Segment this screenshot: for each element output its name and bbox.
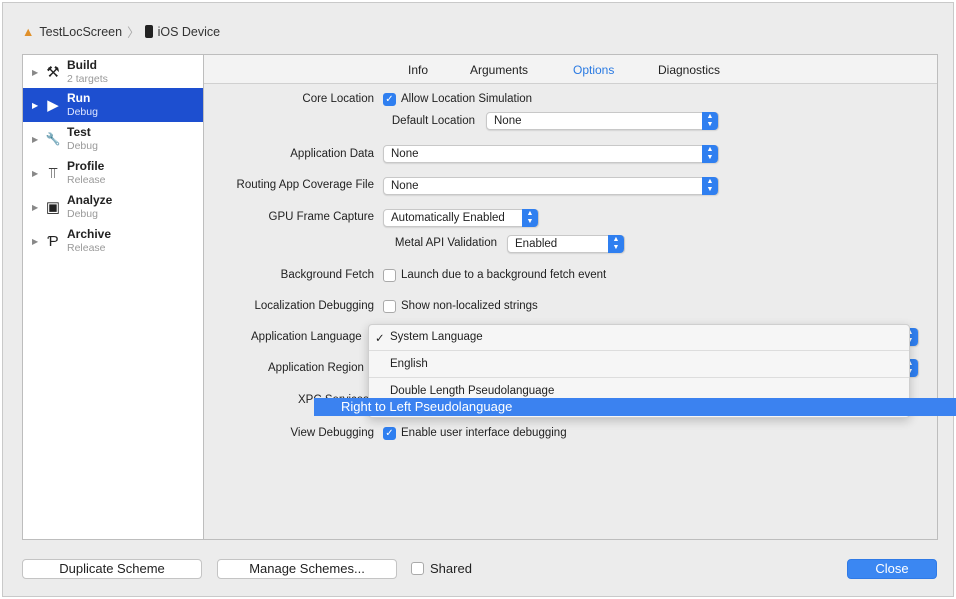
sidebar-item-subtitle: Debug [67, 207, 98, 220]
analyze-icon: ▣ [45, 199, 61, 216]
sidebar-item-title: Test [67, 124, 91, 139]
manage-schemes-button[interactable]: Manage Schemes... [217, 559, 397, 579]
loc-debug-label: Localization Debugging [254, 300, 374, 312]
disclosure-triangle-icon[interactable]: ▶ [32, 169, 40, 178]
tab-arguments[interactable]: Arguments [470, 63, 528, 77]
sidebar-item-title: Run [67, 90, 91, 105]
app-language-label: Application Language [251, 331, 362, 343]
tab-diagnostics[interactable]: Diagnostics [658, 63, 720, 77]
core-location-label: Core Location [302, 93, 374, 105]
view-debug-checkbox[interactable]: ✓ [383, 427, 396, 440]
sidebar-item-subtitle: Release [67, 241, 106, 254]
menu-item-double-length[interactable]: Double Length Pseudolanguage [390, 385, 554, 397]
popup-value: Automatically Enabled [391, 212, 505, 224]
play-icon: ▶ [47, 97, 59, 114]
bg-fetch-cb-label: Launch due to a background fetch event [401, 269, 607, 281]
disclosure-triangle-icon[interactable]: ▶ [32, 135, 40, 144]
tab-options[interactable]: Options [573, 63, 614, 77]
stepper-arrows-icon: ▲ ▼ [702, 112, 718, 130]
loc-debug-checkbox[interactable] [383, 300, 396, 313]
menu-item-right-to-left[interactable]: Right to Left Pseudolanguage [314, 398, 956, 416]
routing-popup[interactable]: None ▲ ▼ [383, 177, 719, 195]
sidebar-item-title: Profile [67, 158, 105, 173]
sidebar-item-subtitle: Debug [67, 105, 98, 118]
allow-location-checkbox[interactable]: ✓ [383, 93, 396, 106]
breadcrumb-device[interactable]: iOS Device [158, 25, 221, 39]
sidebar-item-title: Build [67, 57, 97, 72]
scheme-action-sidebar: ▶ ⚒ Build 2 targets ▶ ▶ Run Debug ▶ 🔧 Test Debug … [22, 54, 204, 540]
sidebar-item-archive[interactable]: ▶ Ƥ Archive Release [23, 224, 203, 258]
stepper-arrows-icon: ▲ ▼ [702, 177, 718, 195]
popup-value: Enabled [515, 238, 558, 250]
view-debug-cb-label: Enable user interface debugging [401, 427, 567, 439]
stepper-arrows-icon: ▲ ▼ [522, 209, 538, 227]
stepper-arrows-icon: ▲ ▼ [702, 145, 718, 163]
gpu-popup[interactable]: Automatically Enabled ▲ ▼ [383, 209, 539, 227]
allow-location-label: Allow Location Simulation [401, 93, 533, 105]
app-data-label: Application Data [290, 148, 374, 160]
app-region-label: Application Region [268, 362, 364, 374]
sidebar-item-subtitle: Debug [67, 139, 98, 152]
sidebar-item-build[interactable]: ▶ ⚒ Build 2 targets [23, 55, 203, 89]
disclosure-triangle-icon[interactable]: ▶ [32, 203, 40, 212]
sidebar-item-subtitle: 2 targets [67, 72, 108, 85]
metal-popup[interactable]: Enabled ▲ ▼ [507, 235, 625, 253]
default-location-popup[interactable]: None ▲ ▼ [486, 112, 719, 130]
view-debug-label: View Debugging [290, 427, 374, 439]
wrench-icon: 🔧 [45, 132, 61, 146]
menu-item-system-language[interactable]: System Language [390, 331, 483, 343]
stepper-arrows-icon: ▲ ▼ [608, 235, 624, 253]
popup-value: None [494, 115, 522, 127]
hammer-icon: ⚒ [46, 64, 60, 81]
disclosure-triangle-icon[interactable]: ▶ [32, 68, 40, 77]
disclosure-triangle-icon[interactable]: ▶ [32, 101, 40, 110]
routing-label: Routing App Coverage File [236, 179, 374, 191]
archive-icon: Ƥ [47, 232, 59, 250]
duplicate-scheme-button[interactable]: Duplicate Scheme [22, 559, 202, 579]
app-data-popup[interactable]: None ▲ ▼ [383, 145, 719, 163]
breadcrumb: ▲ TestLocScreen 〉 iOS Device [22, 22, 220, 41]
popup-value: None [391, 148, 419, 160]
default-location-label: Default Location [391, 115, 475, 127]
popup-value: None [391, 180, 419, 192]
chevron-right-icon: 〉 [127, 26, 140, 40]
metal-label: Metal API Validation [394, 237, 497, 249]
tab-bar: Info Arguments Options Diagnostics [204, 55, 937, 84]
sidebar-item-subtitle: Release [67, 173, 106, 186]
instruments-icon: ⫪ [48, 164, 58, 182]
shared-checkbox[interactable] [411, 562, 424, 575]
sidebar-item-title: Analyze [67, 192, 113, 207]
xcode-project-icon: ▲ [22, 24, 35, 39]
checkmark-icon: ✓ [375, 333, 385, 345]
device-icon [144, 25, 153, 38]
menu-item-english[interactable]: English [390, 358, 428, 370]
sidebar-item-title: Archive [67, 226, 112, 241]
breadcrumb-project[interactable]: TestLocScreen [39, 25, 122, 39]
loc-debug-cb-label: Show non-localized strings [401, 300, 538, 312]
close-button[interactable]: Close [847, 559, 937, 579]
bg-fetch-checkbox[interactable] [383, 269, 396, 282]
gpu-label: GPU Frame Capture [268, 211, 374, 223]
shared-label: Shared [430, 561, 472, 576]
bg-fetch-label: Background Fetch [280, 269, 374, 281]
disclosure-triangle-icon[interactable]: ▶ [32, 237, 40, 246]
tab-info[interactable]: Info [408, 63, 428, 77]
